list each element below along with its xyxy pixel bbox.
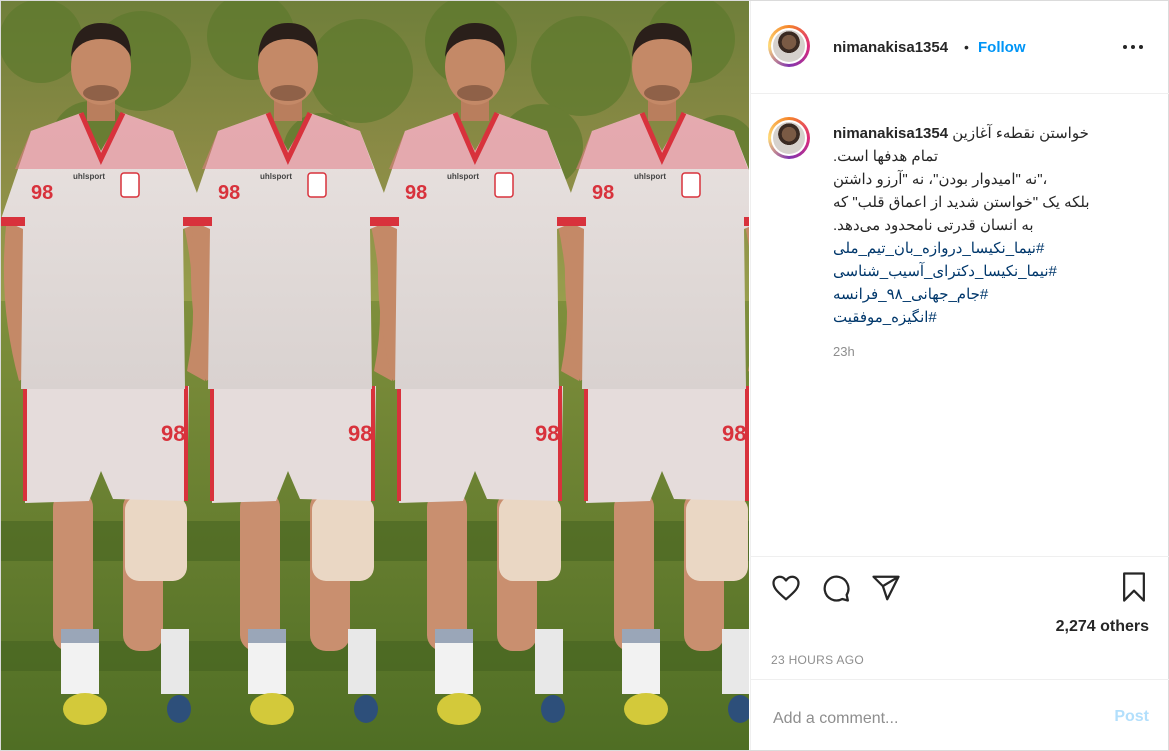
post-sidebar: nimanakisa1354 • Follow nimanakisa1354 خ… [750,1,1169,750]
post-photo-illustration: 98 98 uhlsport [1,1,749,750]
caption: nimanakisa1354 خواستن نقطهء آغازین تمام … [833,122,1149,329]
more-dot [1139,45,1143,49]
caption-avatar[interactable] [768,117,810,159]
more-options-icon[interactable] [1123,37,1147,57]
post-image[interactable]: 98 98 uhlsport [1,1,749,750]
more-dot [1123,45,1127,49]
likes-count[interactable]: 2,274 others [1056,618,1149,636]
caption-line-5: به انسان قدرتی نامحدود می‌دهد. [833,217,1034,234]
share-icon[interactable] [871,573,901,603]
comment-icon[interactable] [821,573,851,603]
caption-first-line: nimanakisa1354 خواستن نقطهء آغازین [833,122,1149,145]
caption-line-4: بلکه یک "خواستن شدید از اعماق قلب" که [833,194,1090,211]
instagram-post: 98 98 uhlsport [0,0,1169,751]
caption-line-1: خواستن نقطهء آغازین [952,125,1089,142]
heart-icon[interactable] [771,573,801,603]
header-username[interactable]: nimanakisa1354 [833,39,948,56]
action-bar: 2,274 others 23 HOURS AGO [751,556,1169,679]
more-dot [1131,45,1135,49]
follow-button[interactable]: Follow [978,39,1026,56]
bookmark-icon[interactable] [1119,571,1149,603]
avatar[interactable] [768,25,810,67]
hashtag-link[interactable]: #نیما_نکیسا_دکترای_آسیب_شناسی [833,260,1149,283]
avatar-photo [773,30,805,62]
hashtag-link[interactable]: #انگیزه_موفقیت [833,306,1149,329]
hashtag-link[interactable]: #نیما_نکیسا_دروازه_بان_تیم_ملی [833,237,1149,260]
caption-username[interactable]: nimanakisa1354 [833,125,948,142]
comment-input[interactable] [771,706,1075,732]
caption-area: nimanakisa1354 خواستن نقطهء آغازین تمام … [751,94,1169,556]
post-comment-button[interactable]: Post [1114,708,1149,726]
post-header: nimanakisa1354 • Follow [751,1,1169,94]
header-separator: • [964,39,969,55]
caption-line-2: تمام هدفها است. [833,148,939,165]
avatar-photo [773,122,805,154]
comment-bar: Post [751,679,1169,751]
hashtag-link[interactable]: #جام_جهانی_۹۸_فرانسه [833,283,1149,306]
caption-line-3: ،"نه "امیدوار بودن"، نه "آرزو داشتن [833,171,1048,188]
posted-time[interactable]: 23 HOURS AGO [771,653,864,667]
caption-time[interactable]: 23h [833,344,855,359]
